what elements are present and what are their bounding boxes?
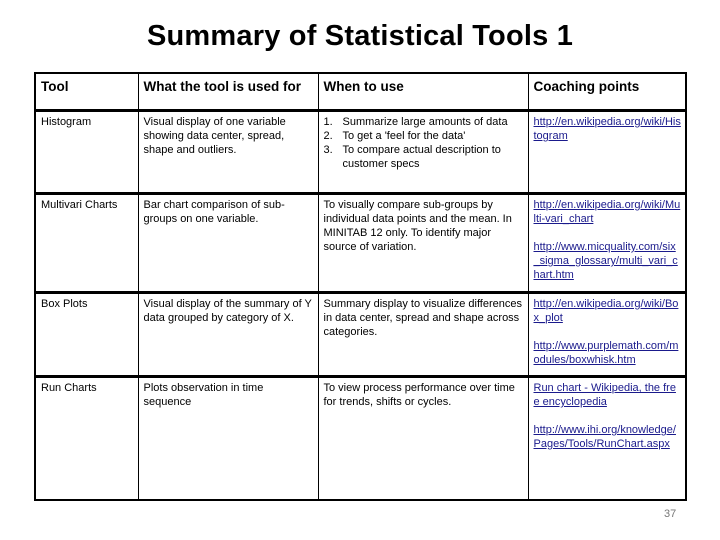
header-when: When to use xyxy=(317,73,529,112)
multivari-wiki-link[interactable]: http://en.wikipedia.org/wiki/Multi-vari_… xyxy=(534,198,682,226)
header-coaching: Coaching points xyxy=(527,73,687,112)
when-to-use: To view process performance over time fo… xyxy=(317,376,529,500)
runchart-wiki-link[interactable]: Run chart - Wikipedia, the free encyclop… xyxy=(534,381,682,409)
when-to-use: To visually compare sub-groups by indivi… xyxy=(317,193,529,294)
tool-purpose: Visual display of one variable showing d… xyxy=(137,110,319,195)
list-item: 2. To get a 'feel for the data' xyxy=(323,130,466,142)
slide-title: Summary of Statistical Tools 1 xyxy=(146,20,574,52)
list-item: 1. Summarize large amounts of data xyxy=(323,116,508,128)
when-to-use: Summary display to visualize differences… xyxy=(317,292,529,378)
page-number: 37 xyxy=(664,508,677,520)
histogram-wiki-link[interactable]: http://en.wikipedia.org/wiki/Histogram xyxy=(534,115,682,143)
boxplot-wiki-link[interactable]: http://en.wikipedia.org/wiki/Box_plot xyxy=(534,297,682,325)
tool-name: Box Plots xyxy=(34,292,139,378)
header-purpose: What the tool is used for xyxy=(137,73,319,112)
table-row: Multivari Charts Bar chart comparison of… xyxy=(34,193,687,294)
tool-name: Histogram xyxy=(34,110,139,195)
purplemath-link[interactable]: http://www.purplemath.com/modules/boxwhi… xyxy=(534,339,682,367)
table-row: Box Plots Visual display of the summary … xyxy=(34,292,687,378)
when-to-use-list: 1. Summarize large amounts of data 2. To g… xyxy=(324,115,524,171)
list-item: 3. To compare actual description to custo… xyxy=(323,144,501,170)
statistical-tools-table: Tool What the tool is used for When to u… xyxy=(34,72,687,501)
tool-purpose: Bar chart comparison of sub-groups on on… xyxy=(137,193,319,294)
tool-purpose: Visual display of the summary of Y data … xyxy=(137,292,319,378)
table-header-row: Tool What the tool is used for When to u… xyxy=(34,73,687,112)
tool-purpose: Plots observation in time sequence xyxy=(137,376,319,500)
coaching-points: Run chart - Wikipedia, the free encyclop… xyxy=(527,376,687,500)
table-row: Histogram Visual display of one variable… xyxy=(34,110,687,195)
coaching-points: http://en.wikipedia.org/wiki/Multi-vari_… xyxy=(527,193,687,294)
table-row: Run Charts Plots observation in time seq… xyxy=(34,376,687,500)
coaching-points: http://en.wikipedia.org/wiki/Histogram xyxy=(527,110,687,195)
when-to-use: 1. Summarize large amounts of data 2. To g… xyxy=(317,110,529,195)
coaching-points: http://en.wikipedia.org/wiki/Box_plot ht… xyxy=(527,292,687,378)
micquality-link[interactable]: http://www.micquality.com/six_sigma_glos… xyxy=(534,240,682,282)
header-tool: Tool xyxy=(34,73,139,112)
tool-name: Multivari Charts xyxy=(34,193,139,294)
ihi-runchart-link[interactable]: http://www.ihi.org/knowledge/Pages/Tools… xyxy=(534,423,682,451)
tool-name: Run Charts xyxy=(34,376,139,500)
